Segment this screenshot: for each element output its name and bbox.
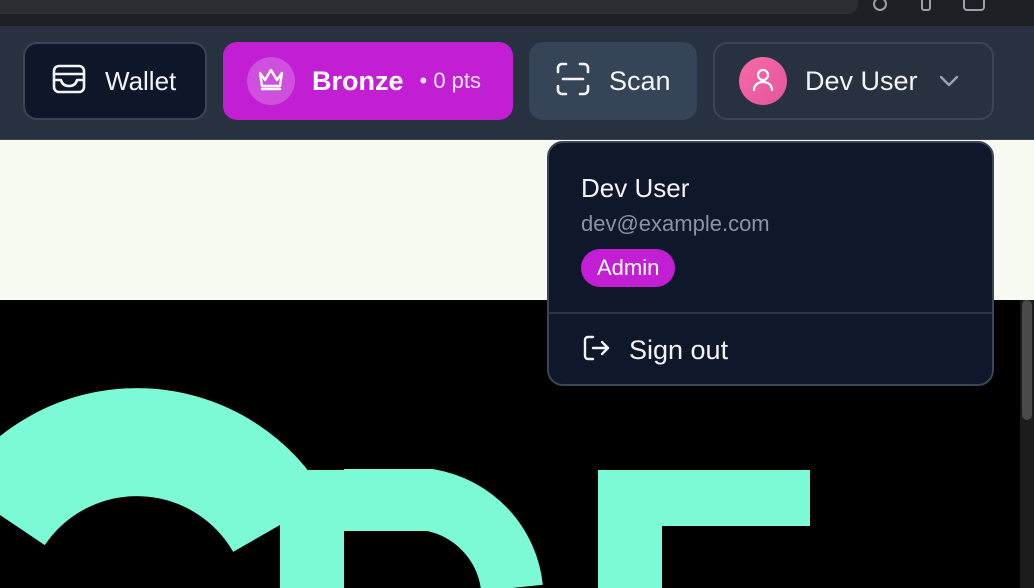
user-dropdown-menu: Dev User dev@example.com Admin Sign out (547, 141, 994, 386)
avatar (739, 57, 787, 105)
sign-out-icon (581, 333, 611, 368)
menu-user-email: dev@example.com (581, 211, 770, 236)
wallet-button[interactable]: Wallet (23, 42, 207, 120)
user-icon (750, 66, 776, 97)
chevron-down-icon (938, 74, 960, 88)
browser-menu-icon[interactable] (916, 0, 936, 14)
browser-profile-icon[interactable] (962, 0, 986, 14)
crown-badge (247, 57, 295, 105)
browser-address-area[interactable] (0, 0, 858, 14)
user-name-label: Dev User (805, 65, 918, 96)
role-badge: Admin (581, 249, 676, 287)
user-menu-button[interactable]: Dev User (713, 42, 994, 120)
top-navbar: Wallet Bronze • 0 pts Scan Dev User (0, 26, 1034, 140)
tier-status-button[interactable]: Bronze • 0 pts (223, 42, 513, 120)
browser-toolbar (0, 0, 1034, 26)
points-label: • 0 pts (419, 68, 482, 93)
scan-button[interactable]: Scan (529, 42, 697, 120)
menu-user-name: Dev User (581, 173, 690, 203)
tier-label: Bronze (312, 65, 404, 96)
wallet-label: Wallet (105, 65, 177, 96)
sign-out-label: Sign out (629, 334, 729, 365)
scrollbar-thumb[interactable] (1022, 300, 1032, 420)
wallet-icon (51, 61, 87, 102)
browser-extension-icon[interactable] (870, 0, 890, 14)
scan-label: Scan (609, 65, 671, 96)
crown-icon (256, 66, 286, 97)
scan-icon (555, 61, 591, 102)
sign-out-button[interactable]: Sign out (549, 314, 992, 384)
